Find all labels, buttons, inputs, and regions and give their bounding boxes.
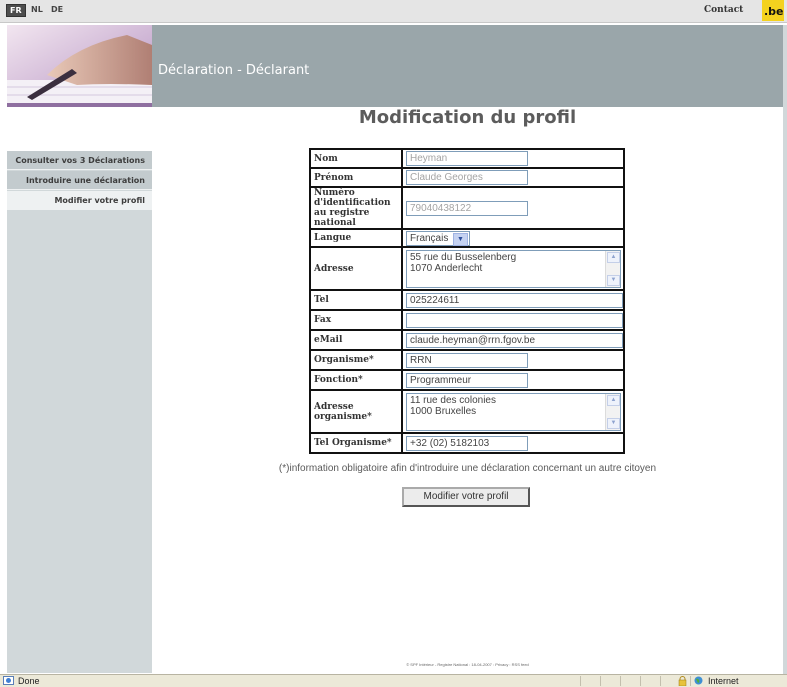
chevron-down-icon[interactable]: ▼ <box>453 232 468 246</box>
adresse-textarea[interactable]: 55 rue du Busselenberg 1070 Anderlecht ▲… <box>406 249 621 288</box>
langue-select[interactable]: Français ▼ <box>406 230 470 246</box>
langue-selected-value: Français <box>410 232 449 244</box>
header-photo <box>7 25 152 107</box>
adresse-organisme-scrollbar[interactable]: ▲ ▼ <box>605 393 620 430</box>
page-done-icon <box>3 676 14 685</box>
form-row-langue: Langue Français ▼ <box>309 228 625 248</box>
sidebar-item-introduire[interactable]: Introduire une déclaration <box>7 171 152 190</box>
adresse-scrollbar[interactable]: ▲ ▼ <box>605 250 620 287</box>
language-de-link[interactable]: DE <box>48 4 66 15</box>
fax-field[interactable] <box>406 312 623 328</box>
nom-label: Nom <box>309 148 403 169</box>
footer: © SPF Intérieur - Registre National : 18… <box>406 662 529 667</box>
form-row-organisme: Organisme* RRN <box>309 349 625 371</box>
form-row-tel-organisme: Tel Organisme* +32 (02) 5182103 <box>309 432 625 454</box>
page-title: Modification du profil <box>358 107 577 128</box>
globe-icon <box>694 676 703 685</box>
form-row-prenom: Prénom Claude Georges <box>309 167 625 188</box>
adresse-organisme-line-2: 1000 Bruxelles <box>410 405 477 417</box>
header-title: Déclaration - Déclarant <box>158 63 310 78</box>
language-fr-link[interactable]: FR <box>6 4 26 17</box>
writing-hand-image <box>7 25 152 107</box>
organisme-label: Organisme* <box>309 349 403 371</box>
adresse-organisme-label: Adresse organisme* <box>309 389 403 434</box>
adresse-organisme-textarea[interactable]: 11 rue des colonies 1000 Bruxelles ▲ ▼ <box>406 392 621 431</box>
submit-profile-button[interactable]: Modifier votre profil <box>402 487 530 507</box>
organisme-field[interactable]: RRN <box>406 352 528 368</box>
tel-label: Tel <box>309 289 403 311</box>
prenom-label: Prénom <box>309 167 403 188</box>
lock-icon <box>678 676 687 686</box>
be-logo[interactable]: .be <box>762 0 784 21</box>
fonction-label: Fonction* <box>309 369 403 391</box>
mandatory-note: (*)information obligatoire afin d'introd… <box>278 463 657 474</box>
form-row-adresse-organisme: Adresse organisme* 11 rue des colonies 1… <box>309 389 625 434</box>
adresse-line-2: 1070 Anderlecht <box>410 262 483 274</box>
tel-field[interactable]: 025224611 <box>406 292 623 308</box>
tel-organisme-label: Tel Organisme* <box>309 432 403 454</box>
form-row-fonction: Fonction* Programmeur <box>309 369 625 391</box>
form-row-email: eMail claude.heyman@rrn.fgov.be <box>309 329 625 351</box>
nom-field[interactable]: Heyman <box>406 151 528 166</box>
tel-organisme-field[interactable]: +32 (02) 5182103 <box>406 435 528 451</box>
form-row-adresse: Adresse 55 rue du Busselenberg 1070 Ande… <box>309 246 625 291</box>
email-field[interactable]: claude.heyman@rrn.fgov.be <box>406 332 623 348</box>
fax-label: Fax <box>309 309 403 331</box>
browser-status-bar: Done Internet <box>0 674 787 687</box>
email-label: eMail <box>309 329 403 351</box>
numero-field[interactable]: 79040438122 <box>406 200 528 216</box>
scroll-down-icon[interactable]: ▼ <box>607 274 620 286</box>
form-row-tel: Tel 025224611 <box>309 289 625 311</box>
svg-text:.be: .be <box>764 5 784 18</box>
page-header: Déclaration - Déclarant <box>152 25 783 107</box>
status-text: Done <box>18 676 40 686</box>
numero-label: Numéro d'identification au registre nati… <box>309 186 403 230</box>
adresse-organisme-line-1: 11 rue des colonies <box>410 394 496 406</box>
sidebar-item-modifier-profil[interactable]: Modifier votre profil <box>7 191 152 210</box>
sidebar-item-consulter[interactable]: Consulter vos 3 Déclarations <box>7 151 152 170</box>
profile-form: Nom Heyman Prénom Claude Georges Numéro … <box>309 148 625 454</box>
langue-label: Langue <box>309 228 403 248</box>
language-bar: FR NL DE Contact .be <box>0 0 787 23</box>
prenom-field[interactable]: Claude Georges <box>406 170 528 185</box>
form-row-numero: Numéro d'identification au registre nati… <box>309 186 625 230</box>
sidebar: Consulter vos 3 Déclarations Introduire … <box>7 25 152 673</box>
adresse-label: Adresse <box>309 246 403 291</box>
contact-link[interactable]: Contact <box>704 5 743 15</box>
form-row-nom: Nom Heyman <box>309 148 625 169</box>
scroll-up-icon[interactable]: ▲ <box>607 394 620 406</box>
fonction-field[interactable]: Programmeur <box>406 372 528 388</box>
adresse-line-1: 55 rue du Busselenberg <box>410 251 517 263</box>
scroll-up-icon[interactable]: ▲ <box>607 251 620 263</box>
form-row-fax: Fax <box>309 309 625 331</box>
scroll-down-icon[interactable]: ▼ <box>607 417 620 429</box>
security-zone-text: Internet <box>708 676 739 686</box>
language-nl-link[interactable]: NL <box>28 4 46 15</box>
